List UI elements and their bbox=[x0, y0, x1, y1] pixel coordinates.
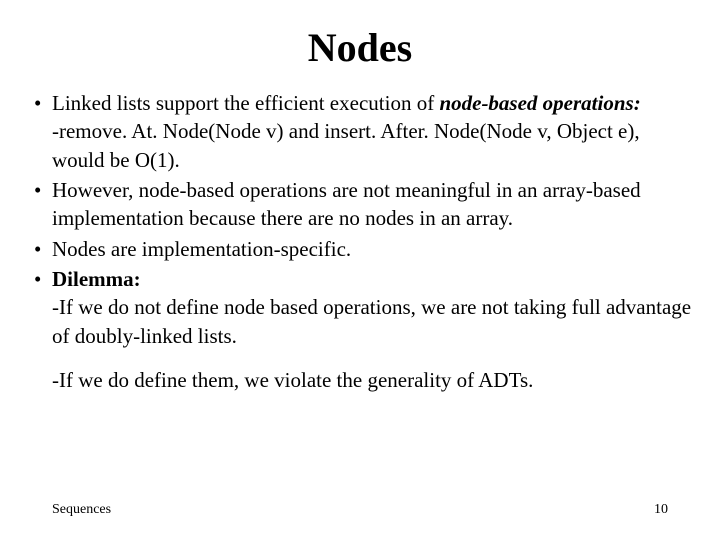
bullet1-pre: Linked lists support the efficient execu… bbox=[52, 91, 439, 115]
bullet-item-4: Dilemma: -If we do not define node based… bbox=[30, 265, 692, 350]
bullet-item-1: Linked lists support the efficient execu… bbox=[30, 89, 692, 174]
footer-page-number: 10 bbox=[654, 502, 668, 518]
bullet4-head: Dilemma: bbox=[52, 267, 141, 291]
footer-left: Sequences bbox=[52, 502, 111, 518]
bullet1-emph: node-based operations: bbox=[439, 91, 640, 115]
slide-title: Nodes bbox=[28, 24, 692, 71]
bullet-item-3: Nodes are implementation-specific. bbox=[30, 235, 692, 263]
bullet3-text: Nodes are implementation-specific. bbox=[52, 237, 351, 261]
slide-footer: Sequences 10 bbox=[0, 502, 720, 518]
bullet1-line3: would be O(1). bbox=[52, 146, 692, 174]
bullet1-line2: -remove. At. Node(Node v) and insert. Af… bbox=[52, 117, 692, 145]
bullet-item-2: However, node-based operations are not m… bbox=[30, 176, 692, 233]
slide: Nodes Linked lists support the efficient… bbox=[0, 0, 720, 540]
bullet4-line: -If we do not define node based operatio… bbox=[52, 293, 692, 350]
bullet2-text: However, node-based operations are not m… bbox=[52, 178, 641, 230]
extra-paragraph: -If we do define them, we violate the ge… bbox=[28, 366, 692, 394]
bullet-list: Linked lists support the efficient execu… bbox=[30, 89, 692, 350]
